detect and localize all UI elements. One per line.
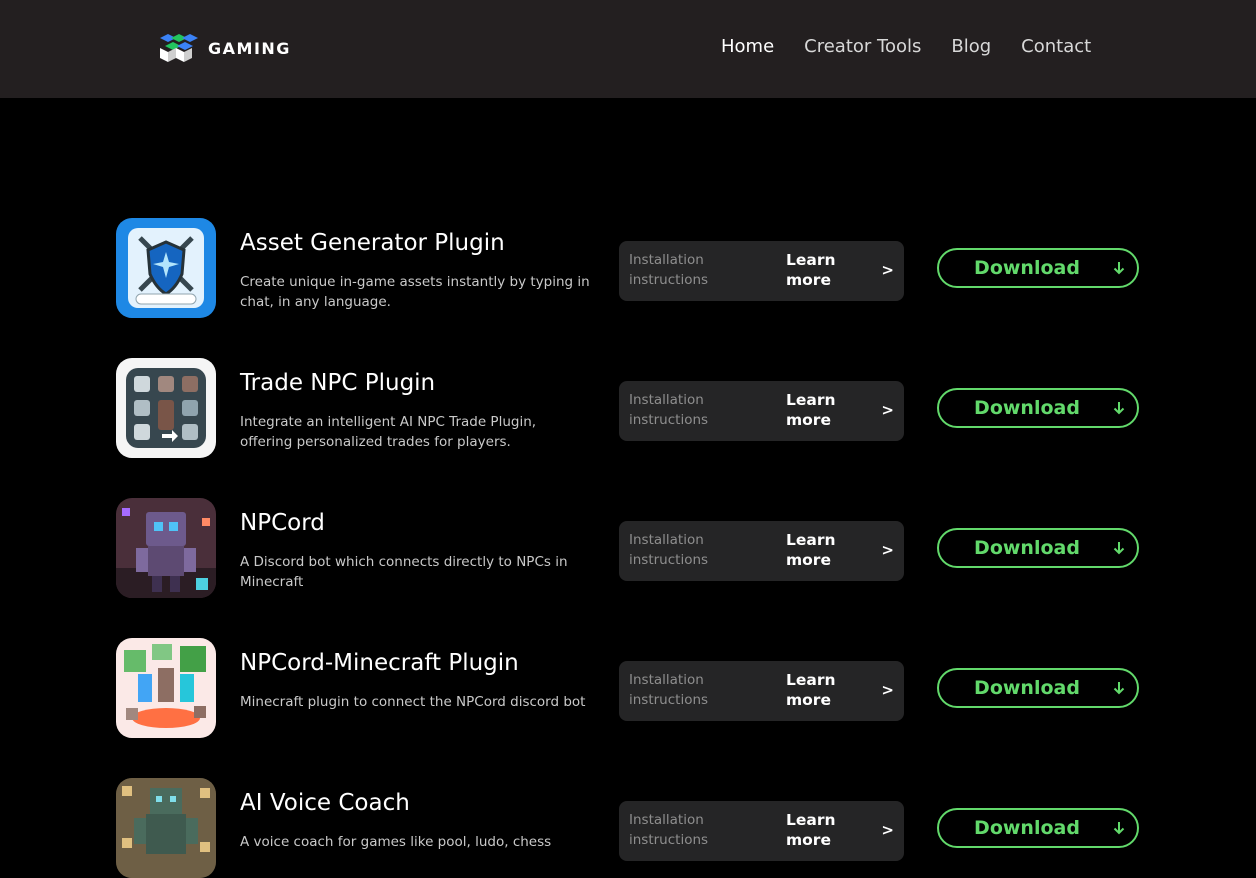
installation-instructions-card[interactable]: Installation instructions Learn more > xyxy=(619,241,904,301)
chevron-right-icon: > xyxy=(881,401,894,419)
download-button[interactable]: Download xyxy=(937,248,1139,288)
download-button[interactable]: Download xyxy=(937,668,1139,708)
chevron-right-icon: > xyxy=(881,541,894,559)
plugin-row: NPCord A Discord bot which connects dire… xyxy=(116,498,1146,598)
brand-name: GAMING xyxy=(208,38,291,58)
plugin-description: A voice coach for games like pool, ludo,… xyxy=(240,834,552,850)
plugin-description: Minecraft plugin to connect the NPCord d… xyxy=(240,694,586,710)
installation-instructions-card[interactable]: Installation instructions Learn more > xyxy=(619,801,904,861)
npcord-minecraft-thumbnail[interactable] xyxy=(116,638,216,738)
download-button[interactable]: Download xyxy=(937,808,1139,848)
nav-contact-link[interactable]: Contact xyxy=(1021,36,1091,57)
robot-npc-icon xyxy=(116,498,216,598)
download-arrow-icon xyxy=(1113,542,1125,555)
ai-voice-coach-thumbnail[interactable] xyxy=(116,778,216,878)
installation-label: Installation instructions xyxy=(629,532,709,568)
plugin-row: AI Voice Coach A voice coach for games l… xyxy=(116,778,1146,878)
plugin-row: Asset Generator Plugin Create unique in-… xyxy=(116,218,1146,318)
site-header: GAMING Home Creator Tools Blog Contact xyxy=(0,0,1256,98)
plugin-title: NPCord-Minecraft Plugin xyxy=(240,650,519,676)
chevron-right-icon: > xyxy=(881,261,894,279)
installation-label: Installation instructions xyxy=(629,672,709,708)
learn-more-link[interactable]: Learn more xyxy=(786,670,846,710)
voice-coach-icon xyxy=(116,778,216,878)
main-nav: Home Creator Tools Blog Contact xyxy=(721,36,1091,57)
plugin-description: Create unique in-game assets instantly b… xyxy=(240,274,590,310)
asset-generator-thumbnail[interactable] xyxy=(116,218,216,318)
installation-instructions-card[interactable]: Installation instructions Learn more > xyxy=(619,381,904,441)
download-arrow-icon xyxy=(1113,262,1125,275)
installation-instructions-card[interactable]: Installation instructions Learn more > xyxy=(619,661,904,721)
chevron-right-icon: > xyxy=(881,681,894,699)
download-arrow-icon xyxy=(1113,822,1125,835)
nav-creator-tools-link[interactable]: Creator Tools xyxy=(804,36,921,57)
npcord-thumbnail[interactable] xyxy=(116,498,216,598)
download-arrow-icon xyxy=(1113,682,1125,695)
minecraft-scene-icon xyxy=(116,638,216,738)
plugin-title: NPCord xyxy=(240,510,325,536)
cube-logo-icon xyxy=(160,34,198,62)
download-label: Download xyxy=(974,817,1080,839)
download-arrow-icon xyxy=(1113,402,1125,415)
installation-instructions-card[interactable]: Installation instructions Learn more > xyxy=(619,521,904,581)
learn-more-link[interactable]: Learn more xyxy=(786,250,846,290)
plugin-row: NPCord-Minecraft Plugin Minecraft plugin… xyxy=(116,638,1146,738)
plugin-title: AI Voice Coach xyxy=(240,790,410,816)
download-label: Download xyxy=(974,677,1080,699)
plugin-row: Trade NPC Plugin Integrate an intelligen… xyxy=(116,358,1146,458)
nav-blog-link[interactable]: Blog xyxy=(951,36,991,57)
download-button[interactable]: Download xyxy=(937,388,1139,428)
trade-npc-thumbnail[interactable] xyxy=(116,358,216,458)
learn-more-link[interactable]: Learn more xyxy=(786,390,846,430)
download-label: Download xyxy=(974,257,1080,279)
plugin-title: Asset Generator Plugin xyxy=(240,230,505,256)
learn-more-link[interactable]: Learn more xyxy=(786,810,846,850)
plugin-title: Trade NPC Plugin xyxy=(240,370,436,396)
shield-sword-icon xyxy=(116,218,216,318)
trade-npc-icon xyxy=(116,358,216,458)
installation-label: Installation instructions xyxy=(629,392,709,428)
plugin-description: A Discord bot which connects directly to… xyxy=(240,554,568,590)
download-button[interactable]: Download xyxy=(937,528,1139,568)
installation-label: Installation instructions xyxy=(629,812,709,848)
nav-home-link[interactable]: Home xyxy=(721,36,774,57)
learn-more-link[interactable]: Learn more xyxy=(786,530,846,570)
download-label: Download xyxy=(974,537,1080,559)
installation-label: Installation instructions xyxy=(629,252,709,288)
download-label: Download xyxy=(974,397,1080,419)
chevron-right-icon: > xyxy=(881,821,894,839)
plugin-description: Integrate an intelligent AI NPC Trade Pl… xyxy=(240,414,537,450)
brand-logo[interactable]: GAMING xyxy=(158,32,291,64)
